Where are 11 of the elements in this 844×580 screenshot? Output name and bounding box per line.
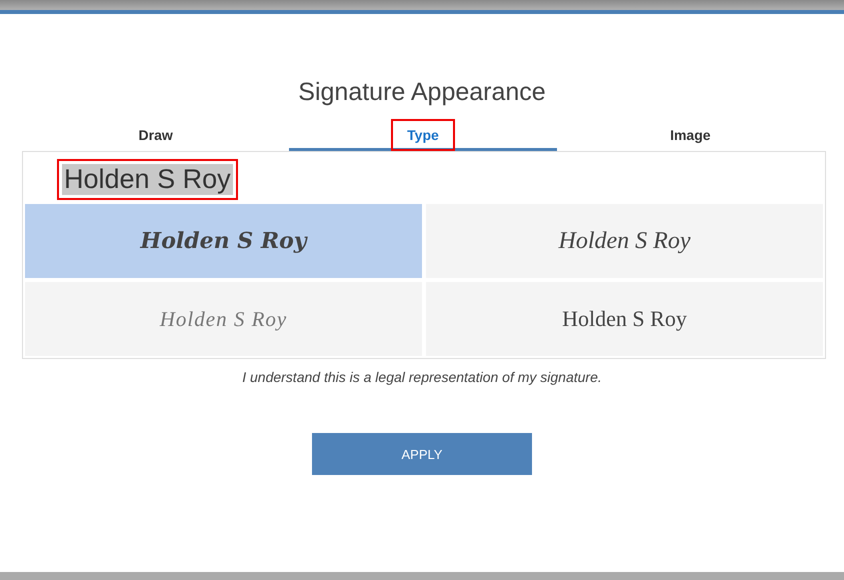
tab[interactable]: Image	[556, 119, 824, 151]
apply-button[interactable]: APPLY	[312, 433, 532, 475]
signature-style-option[interactable]: Holden S Roy	[25, 204, 422, 278]
signature-style-option[interactable]: Holden S Roy	[25, 282, 422, 356]
tab[interactable]: Type	[289, 119, 557, 151]
signature-style-option[interactable]: Holden S Roy	[426, 282, 823, 356]
name-input-field[interactable]: Holden S Roy	[62, 164, 233, 194]
signature-style-option[interactable]: Holden S Roy	[426, 204, 823, 278]
dialog-title: Signature Appearance	[297, 78, 547, 107]
tab[interactable]: Draw	[22, 119, 290, 151]
disclaimer-text: I understand this is a legal representation of my signature.	[241, 369, 603, 385]
